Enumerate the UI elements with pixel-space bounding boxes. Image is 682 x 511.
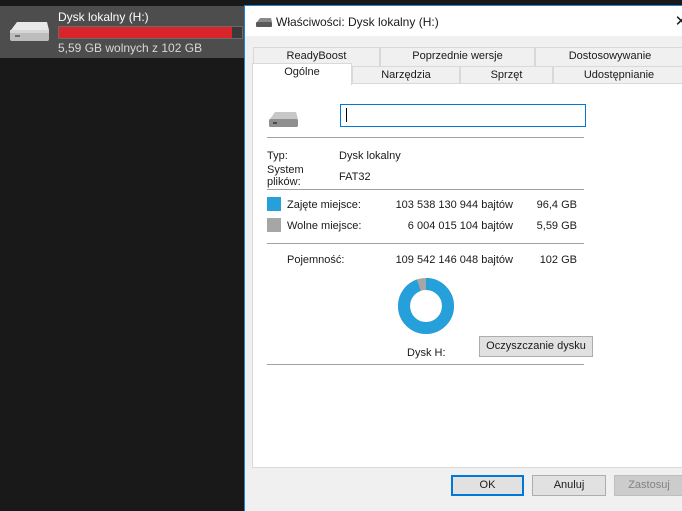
free-space-label: Wolne miejsce: xyxy=(287,220,362,232)
usage-bar-fill xyxy=(59,27,233,38)
capacity-bytes: 109 542 146 048 bajtów xyxy=(395,254,513,266)
ok-button[interactable]: OK xyxy=(451,475,524,496)
free-space-bytes: 6 004 015 104 bajtów xyxy=(407,220,513,232)
divider xyxy=(267,243,584,244)
drive-name-input[interactable] xyxy=(340,104,586,127)
drive-name: Dysk lokalny (H:) xyxy=(58,10,149,24)
used-space-swatch xyxy=(267,197,281,211)
used-space-label: Zajęte miejsce: xyxy=(287,199,361,211)
filesystem-value: FAT32 xyxy=(339,171,371,183)
close-icon[interactable]: ✕ xyxy=(671,12,682,32)
used-space-gb: 96,4 GB xyxy=(536,199,577,211)
dialog-title: Właściwości: Dysk lokalny (H:) xyxy=(276,15,439,29)
properties-dialog: Właściwości: Dysk lokalny (H:) ✕ ReadyBo… xyxy=(244,5,682,511)
tab-general[interactable]: Ogólne xyxy=(252,63,352,85)
apply-button[interactable]: Zastosuj xyxy=(614,475,682,496)
desktop: Dysk lokalny (H:) 5,59 GB wolnych z 102 … xyxy=(0,0,682,511)
divider xyxy=(267,189,584,190)
type-value: Dysk lokalny xyxy=(339,150,401,162)
tab-customize[interactable]: Dostosowywanie xyxy=(535,47,682,66)
title-bar[interactable]: Właściwości: Dysk lokalny (H:) ✕ xyxy=(245,6,682,36)
divider xyxy=(267,364,584,365)
free-space-gb: 5,59 GB xyxy=(536,220,577,232)
drive-title-icon xyxy=(256,18,272,27)
disk-cleanup-button[interactable]: Oczyszczanie dysku xyxy=(479,336,593,357)
used-space-bytes: 103 538 130 944 bajtów xyxy=(395,199,513,211)
capacity-gb: 102 GB xyxy=(539,254,577,266)
usage-bar xyxy=(58,26,243,39)
general-tab-panel: Typ: Dysk lokalny System plików: FAT32 Z… xyxy=(252,83,682,468)
free-space-swatch xyxy=(267,218,281,232)
drive-free-space: 5,59 GB wolnych z 102 GB xyxy=(58,41,203,55)
donut-used-segment xyxy=(398,278,454,334)
filesystem-label: System plików: xyxy=(267,164,304,188)
capacity-label: Pojemność: xyxy=(287,254,345,266)
cancel-button[interactable]: Anuluj xyxy=(532,475,606,496)
drive-icon xyxy=(269,112,298,127)
divider xyxy=(267,137,584,138)
drive-tile-h[interactable]: Dysk lokalny (H:) 5,59 GB wolnych z 102 … xyxy=(0,6,244,58)
text-caret xyxy=(346,108,347,122)
tab-previous-versions[interactable]: Poprzednie wersje xyxy=(380,47,535,66)
hard-drive-icon xyxy=(10,22,49,41)
drive-letter-label: Dysk H: xyxy=(407,347,446,359)
disk-usage-donut-chart xyxy=(398,278,454,334)
type-label: Typ: xyxy=(267,150,288,162)
